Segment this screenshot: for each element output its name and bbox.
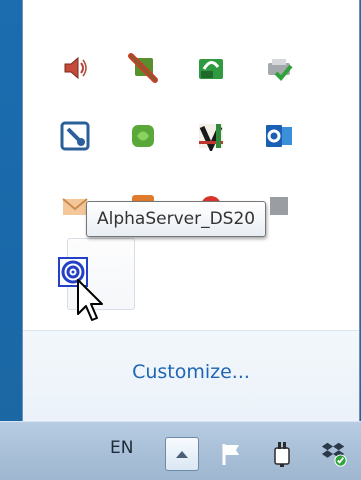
show-hidden-icons-button[interactable] xyxy=(165,437,199,471)
network-error-icon[interactable] xyxy=(123,48,163,88)
outlook-icon[interactable] xyxy=(259,116,299,156)
tool-icon[interactable] xyxy=(55,116,95,156)
language-indicator[interactable]: EN xyxy=(110,438,133,458)
v-app-icon[interactable] xyxy=(191,116,231,156)
green-app-icon[interactable] xyxy=(123,116,163,156)
sync-icon[interactable] xyxy=(191,48,231,88)
dropbox-sync-icon[interactable] xyxy=(320,440,348,468)
chevron-up-icon xyxy=(176,451,188,458)
flag-icon[interactable] xyxy=(218,440,246,468)
mouse-cursor-icon xyxy=(77,279,103,321)
tooltip: AlphaServer_DS20 xyxy=(86,201,267,237)
power-plug-icon[interactable] xyxy=(268,440,296,468)
customize-link[interactable]: Customize... xyxy=(23,361,359,383)
speaker-icon[interactable] xyxy=(55,48,95,88)
printer-check-icon[interactable] xyxy=(259,48,299,88)
